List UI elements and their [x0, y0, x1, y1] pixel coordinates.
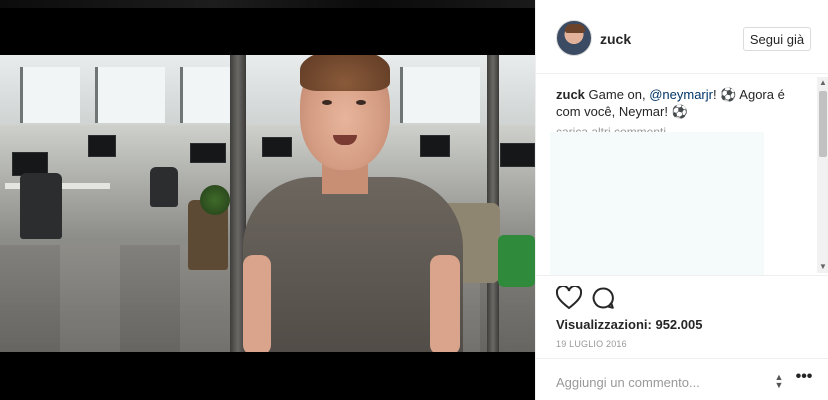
person-arm — [243, 255, 271, 352]
office-window — [400, 67, 480, 123]
comment-bar: ▲▼ ••• — [536, 358, 828, 400]
person-eye — [322, 100, 332, 105]
office-monitor — [88, 135, 116, 157]
post-video[interactable] — [0, 0, 535, 400]
views-value: 952.005 — [655, 317, 703, 332]
person-hair — [300, 55, 390, 91]
scroll-down-arrow-icon[interactable]: ▼ — [819, 263, 827, 271]
caption-text: Game on, — [584, 87, 650, 102]
office-monitor — [190, 143, 226, 163]
caption-author-link[interactable]: zuck — [556, 87, 585, 102]
office-window — [20, 67, 80, 123]
video-frame[interactable] — [0, 55, 535, 352]
post-side-panel: zuck Segui già zuck Game on, @neymarjr! … — [535, 0, 828, 400]
office-chair — [20, 173, 62, 239]
post-caption: zuck Game on, @neymarjr! ⚽ Agora é com v… — [556, 86, 811, 120]
video-top-strip — [0, 0, 535, 8]
mention-link[interactable]: @neymarjr — [649, 87, 713, 102]
more-options-icon[interactable]: ••• — [794, 369, 814, 389]
office-plant — [200, 185, 230, 215]
post-header: zuck Segui già — [536, 0, 828, 74]
avatar[interactable] — [556, 20, 592, 56]
comment-bubble-icon[interactable] — [591, 286, 615, 310]
avatar-hair — [565, 24, 585, 33]
office-monitor — [500, 143, 535, 167]
views-label: Visualizzazioni: — [556, 317, 652, 332]
person-arm — [430, 255, 460, 352]
view-count: Visualizzazioni: 952.005 — [556, 317, 702, 332]
post-actions: Visualizzazioni: 952.005 19 LUGLIO 2016 … — [536, 275, 828, 400]
following-button[interactable]: Segui già — [743, 27, 811, 51]
heart-icon[interactable] — [556, 286, 582, 310]
office-chair — [150, 167, 178, 207]
comments-section: zuck Game on, @neymarjr! ⚽ Agora é com v… — [536, 75, 828, 275]
post-date[interactable]: 19 LUGLIO 2016 — [556, 339, 627, 349]
office-pouf — [498, 235, 535, 287]
resize-stepper-icon[interactable]: ▲ ▼ — [772, 373, 786, 390]
username-link[interactable]: zuck — [600, 31, 631, 47]
scroll-up-arrow-icon[interactable]: ▲ — [819, 79, 827, 87]
scroll-thumb[interactable] — [819, 91, 827, 157]
office-window — [95, 67, 165, 123]
comment-input[interactable] — [556, 373, 756, 391]
comments-scrollbar[interactable]: ▲ ▼ — [817, 77, 828, 273]
office-monitor — [262, 137, 292, 157]
person-eye — [356, 100, 366, 105]
comments-loading-area — [550, 132, 764, 275]
office-monitor — [420, 135, 450, 157]
